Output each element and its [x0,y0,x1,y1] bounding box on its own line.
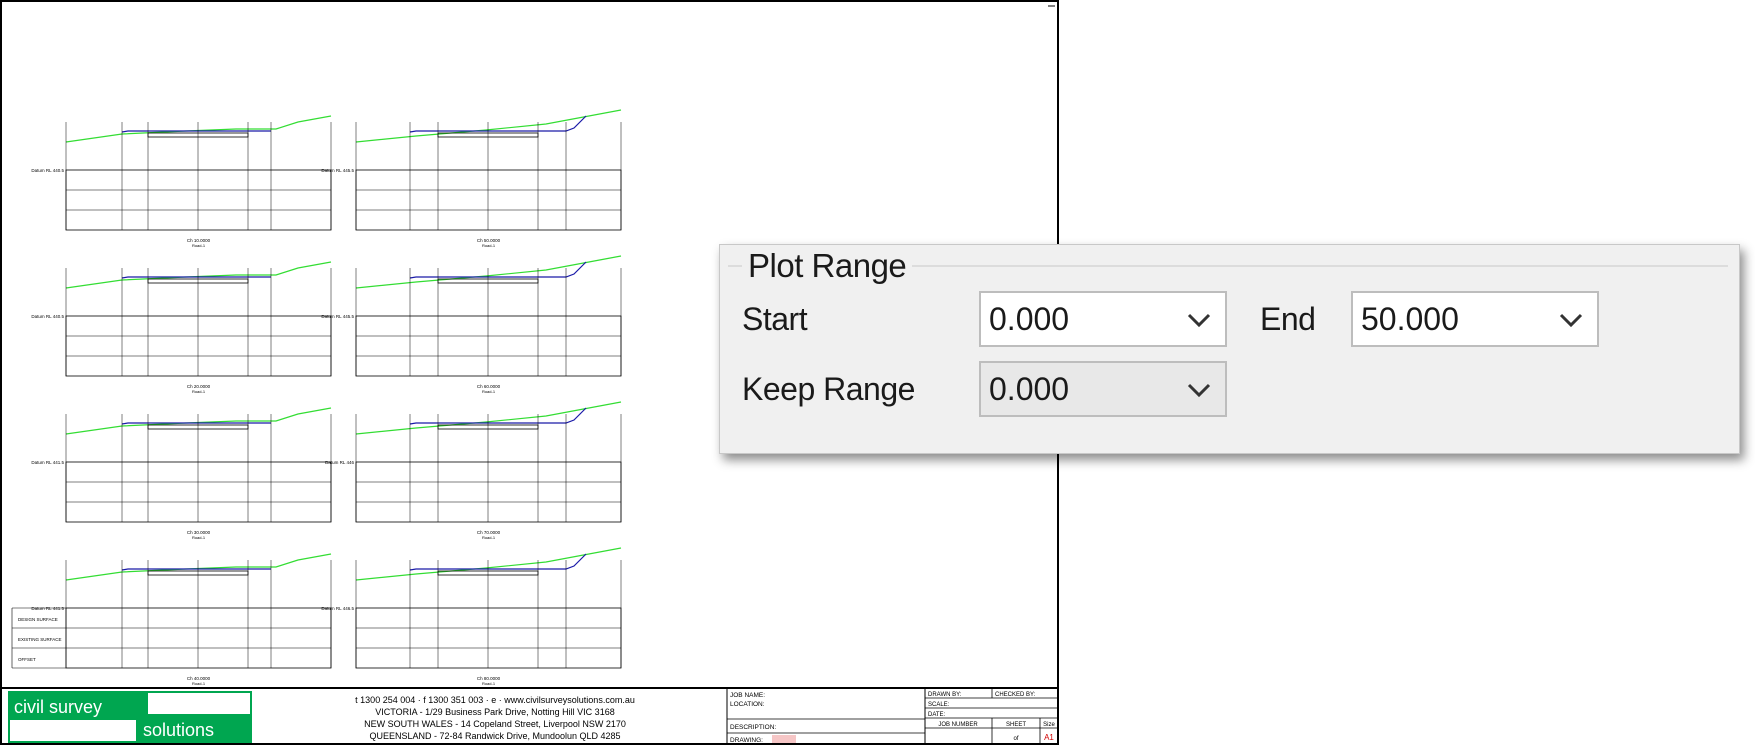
location-label: LOCATION: [730,701,765,708]
section-subcaption: Road-1 [192,535,206,540]
address-qld: QUEENSLAND - 72-84 Randwick Drive, Mundo… [369,731,620,741]
drawn-by-label: DRAWN BY: [928,692,962,698]
datum-label: Datum RL 446.5 [321,606,354,611]
keep-range-label: Keep Range [742,371,915,407]
logo-text-civil-survey: civil survey [14,697,102,717]
end-label: End [1260,301,1316,337]
chevron-down-icon[interactable] [1185,307,1213,333]
section-subcaption: Road-1 [482,243,496,248]
plot-range-panel: Plot Range Start 0.000 End 50.000 Keep R… [719,244,1740,454]
contact-line: t 1300 254 004 · f 1300 351 003 · e · ww… [355,695,635,705]
section-subcaption: Road-1 [482,535,496,540]
address-vic: VICTORIA - 1/29 Business Park Drive, Not… [375,707,614,717]
plot-range-title: Plot Range [742,247,913,285]
end-value: 50.000 [1361,301,1459,337]
scale-label: SCALE: [928,702,950,708]
section-subcaption: Road-1 [482,389,496,394]
section-subcaption: Road-1 [192,243,206,248]
address-nsw: NEW SOUTH WALES - 14 Copeland Street, Li… [364,719,626,729]
drawing-number-field [772,735,796,743]
table-row-label: OFFSET [18,657,36,662]
sheet-of-text: of [1013,736,1018,742]
datum-label: Datum RL 441.5 [31,606,64,611]
datum-label: Datum RL 440.5 [31,168,64,173]
sheet-label: SHEET [1006,722,1026,728]
chevron-down-icon[interactable] [1557,307,1585,333]
start-combobox[interactable]: 0.000 [979,291,1227,347]
datum-label: Datum RL 445.5 [321,168,354,173]
job-name-label: JOB NAME: [730,692,765,699]
job-number-label: JOB NUMBER [938,722,978,728]
date-label: DATE: [928,712,946,718]
chevron-down-icon[interactable] [1185,377,1213,403]
sheet-size-value: A1 [1044,733,1054,742]
section-subcaption: Road-1 [482,681,496,686]
datum-label: Datum RL 441.5 [31,460,64,465]
datum-label: Datum RL 440.5 [31,314,64,319]
table-row-label: DESIGN SURFACE [18,617,58,622]
size-label: Size [1043,722,1055,728]
keep-range-value: 0.000 [989,371,1070,407]
start-value: 0.000 [989,301,1070,337]
checked-by-label: CHECKED BY: [995,692,1036,698]
start-label: Start [742,301,808,337]
section-subcaption: Road-1 [192,389,206,394]
keep-range-combobox[interactable]: 0.000 [979,361,1227,417]
end-combobox[interactable]: 50.000 [1351,291,1599,347]
datum-label: Datum RL 446 [325,460,354,465]
table-row-label: EXISTING SURFACE [18,637,62,642]
logo-text-solutions: solutions [143,720,214,740]
description-label: DESCRIPTION: [730,724,776,731]
section-subcaption: Road-1 [192,681,206,686]
datum-label: Datum RL 445.5 [321,314,354,319]
drawing-label: DRAWING: [730,737,763,744]
